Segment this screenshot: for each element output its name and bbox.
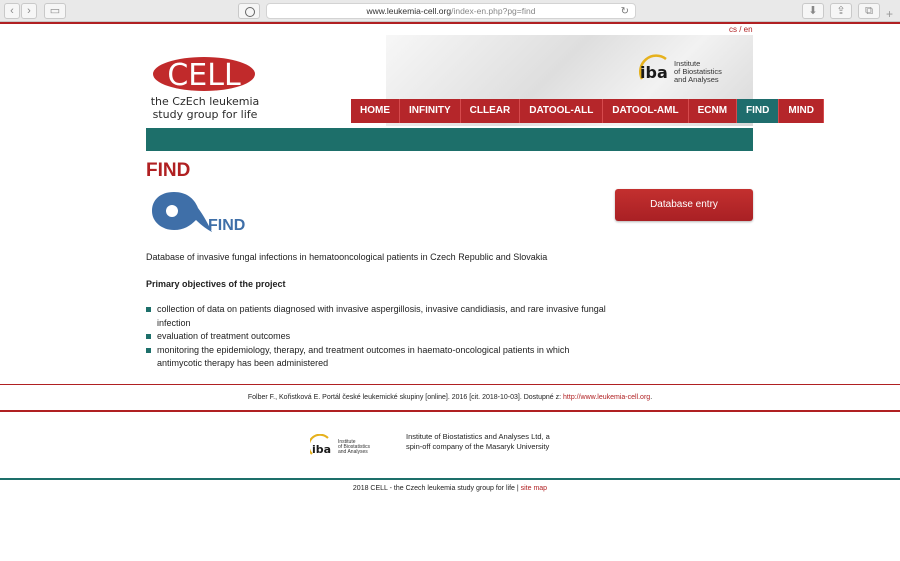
bullet-icon <box>146 334 151 339</box>
citation: Folber F., Kořistková E. Portál české le… <box>0 394 900 401</box>
lang-en-link[interactable]: en <box>744 25 753 34</box>
menu-item-find[interactable]: FIND <box>737 99 780 123</box>
cell-logo-text: CELL <box>167 58 241 92</box>
logo-subtitle-line2: study group for life <box>152 108 258 121</box>
citation-text: Folber F., Kořistková E. Portál české le… <box>247 394 564 401</box>
citation-divider-bottom <box>0 410 900 412</box>
bullet-icon <box>146 307 151 312</box>
info-icon[interactable] <box>238 3 260 19</box>
find-logo-text: FIND <box>208 217 245 234</box>
iba-footer-line-3: and Analyses <box>338 449 368 455</box>
menu-item-mind[interactable]: MIND <box>779 99 824 123</box>
url-path: /index-en.php?pg=find <box>451 6 536 16</box>
find-logo: FIND <box>152 192 245 234</box>
download-icon[interactable]: ⬇ <box>802 3 824 19</box>
tabs-icon[interactable]: ⧉ <box>858 3 880 19</box>
main-menu: HOME INFINITY CLLEAR DATOOL-ALL DATOOL-A… <box>351 99 824 123</box>
menu-item-ecnm[interactable]: ECNM <box>688 99 738 123</box>
share-icon[interactable]: ⇪ <box>830 3 852 19</box>
header-band <box>146 128 753 151</box>
citation-link[interactable]: http://www.leukemia-cell.org <box>563 394 650 401</box>
back-icon[interactable]: ‹ <box>4 3 20 19</box>
address-bar[interactable]: www.leukemia-cell.org/index-en.php?pg=fi… <box>266 3 636 19</box>
top-divider <box>0 22 900 24</box>
list-item: evaluation of treatment outcomes <box>146 330 606 344</box>
objectives-title: Primary objectives of the project <box>146 279 286 289</box>
citation-divider-top <box>0 384 900 385</box>
intro-text: Database of invasive fungal infections i… <box>146 252 548 262</box>
menu-item-datool-all[interactable]: DATOOL-ALL <box>520 99 604 123</box>
footer-divider <box>0 478 900 480</box>
iba-footer-text: Institute of Biostatistics and Analyses <box>338 440 370 455</box>
list-item-text: collection of data on patients diagnosed… <box>157 304 606 328</box>
menu-item-cllear[interactable]: CLLEAR <box>460 99 521 123</box>
forward-icon[interactable]: › <box>21 3 37 19</box>
iba-logo-text: Institute of Biostatistics and Analyses <box>674 60 722 84</box>
list-item: collection of data on patients diagnosed… <box>146 303 606 330</box>
list-item-text: monitoring the epidemiology, therapy, an… <box>157 344 570 369</box>
menu-item-datool-aml[interactable]: DATOOL-AML <box>603 99 689 123</box>
sidebar-icon[interactable]: ▭ <box>44 3 66 19</box>
site-header: CELL the CzEch leukemia study group for … <box>146 35 824 126</box>
database-entry-button[interactable]: Database entry <box>615 189 753 221</box>
language-switcher: cs / en <box>729 25 753 34</box>
menu-item-infinity[interactable]: INFINITY <box>400 99 461 123</box>
iba-footer-mark: iba <box>312 443 331 456</box>
lang-separator: / <box>737 25 744 34</box>
iba-logo-mark: iba <box>640 63 668 82</box>
list-item: monitoring the epidemiology, therapy, an… <box>146 344 606 371</box>
citation-end: . <box>650 394 653 401</box>
sitemap-link[interactable]: site map <box>521 485 547 492</box>
url-domain: www.leukemia-cell.org <box>366 6 452 16</box>
lang-cs-link[interactable]: cs <box>729 25 737 34</box>
footer-text: 2018 CELL - the Czech leukemia study gro… <box>352 485 521 492</box>
bullet-icon <box>146 347 151 353</box>
reload-icon[interactable]: ↻ <box>621 4 629 19</box>
footer-bottom: 2018 CELL - the Czech leukemia study gro… <box>0 485 900 492</box>
new-tab-icon[interactable]: + <box>886 6 900 22</box>
iba-line-3: and Analyses <box>674 75 719 84</box>
cell-logo[interactable]: CELL <box>152 56 257 92</box>
menu-item-home[interactable]: HOME <box>351 99 400 123</box>
logo-subtitle-line1: the CzEch leukemia <box>150 95 260 108</box>
page-title: FIND <box>146 160 191 181</box>
iba-description: Institute of Biostatistics and Analyses … <box>406 432 550 451</box>
logo-subtitle: the CzEch leukemia study group for life <box>146 95 264 121</box>
list-item-text: evaluation of treatment outcomes <box>157 331 291 341</box>
objectives-list: collection of data on patients diagnosed… <box>146 303 606 371</box>
browser-toolbar: ‹ › ▭ www.leukemia-cell.org/index-en.php… <box>0 0 900 22</box>
